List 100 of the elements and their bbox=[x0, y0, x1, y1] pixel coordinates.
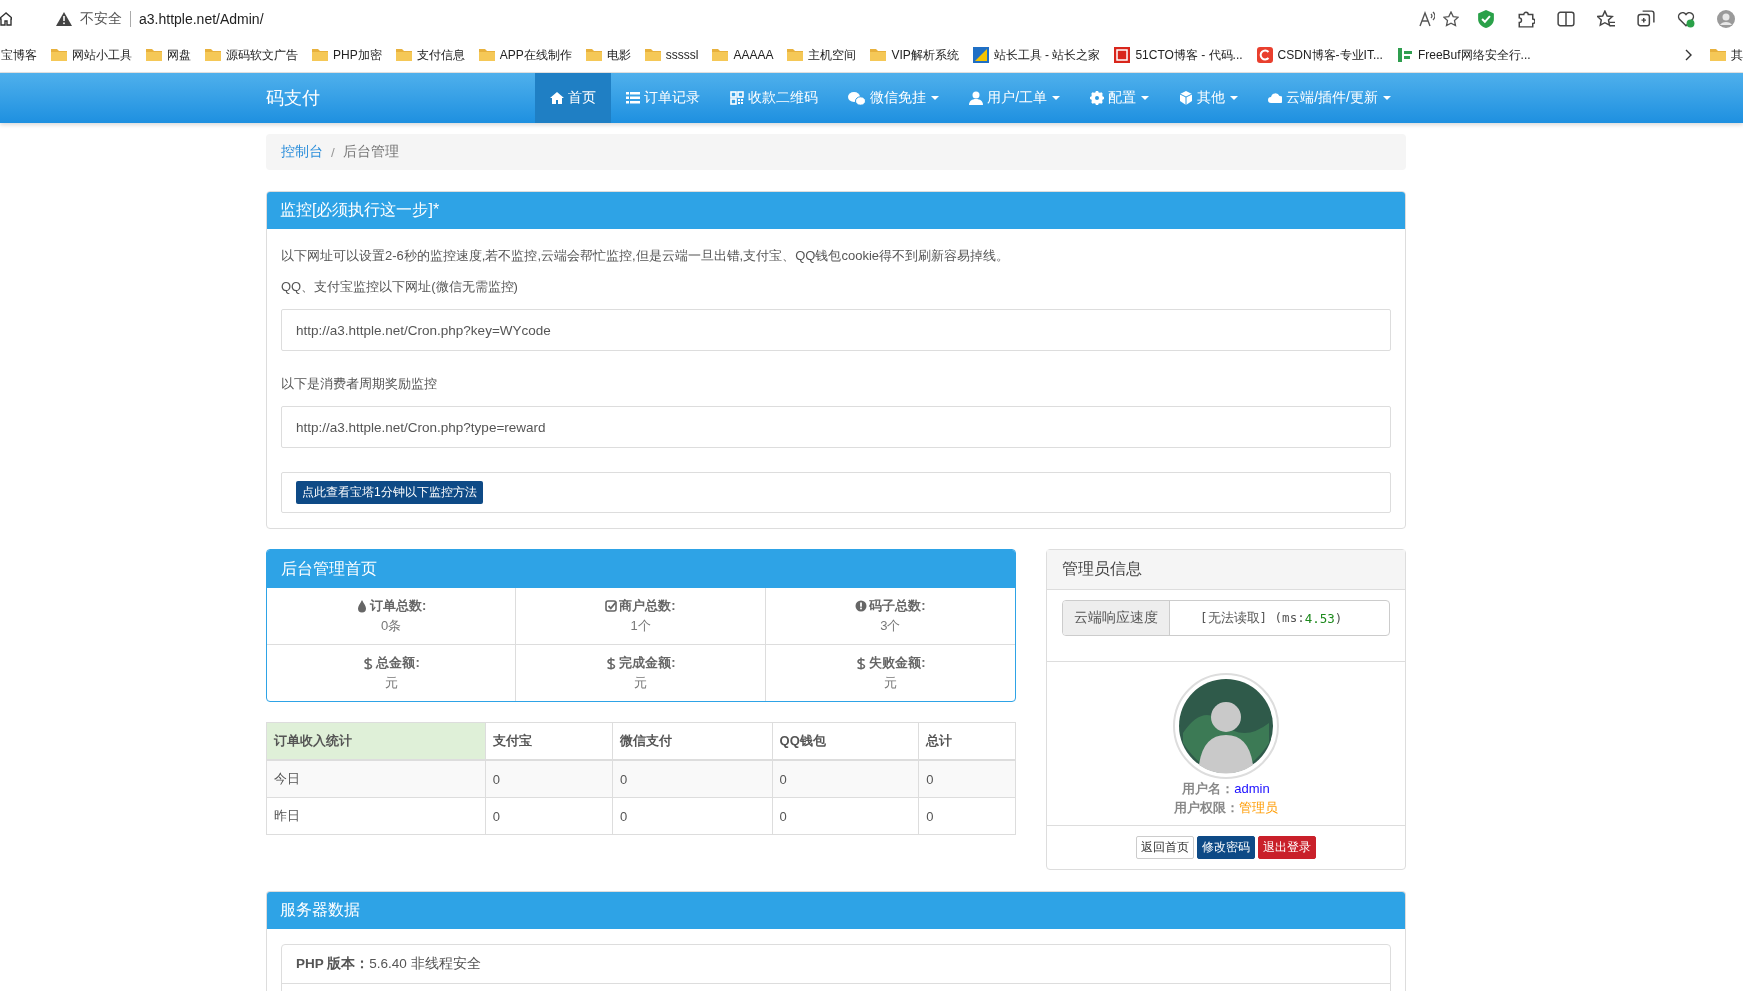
bookmark[interactable]: sssssl bbox=[665, 48, 699, 62]
folder-icon bbox=[712, 47, 729, 63]
bookmark[interactable]: FreeBuf网络安全行... bbox=[1417, 46, 1531, 64]
home-icon[interactable] bbox=[0, 12, 12, 26]
collections-icon[interactable] bbox=[1637, 10, 1655, 28]
puzzle-icon[interactable] bbox=[1517, 10, 1535, 28]
c-shape-icon bbox=[1256, 47, 1273, 63]
bookmark[interactable]: 51CTO博客 - 代码... bbox=[1135, 46, 1243, 64]
bookmark[interactable]: 网盘 bbox=[167, 46, 191, 64]
folder-icon bbox=[205, 47, 221, 63]
stat-label: 码子总数: bbox=[869, 597, 926, 615]
bookmark[interactable]: PHP加密 bbox=[333, 46, 382, 64]
help-button[interactable]: 点此查看宝塔1分钟以下监控方法 bbox=[296, 481, 483, 504]
address-field[interactable]: a3.httple.net/Admin/ bbox=[139, 11, 264, 27]
chevron-right-icon[interactable] bbox=[1685, 49, 1693, 61]
list-icon bbox=[626, 91, 641, 105]
shield-icon[interactable] bbox=[1477, 10, 1495, 28]
read-aloud-icon[interactable] bbox=[1419, 11, 1435, 27]
table-cell: 0 bbox=[772, 760, 919, 798]
gear-icon bbox=[1090, 91, 1105, 105]
folder-icon bbox=[51, 47, 67, 63]
stat-value: 3个 bbox=[880, 617, 901, 635]
speed-label: 云端响应速度 bbox=[1063, 601, 1170, 635]
cloud-icon bbox=[1268, 91, 1283, 105]
field-label: 以下是消费者周期奖励监控 bbox=[281, 375, 438, 393]
avatar-icon bbox=[1173, 673, 1279, 779]
security-warning[interactable]: 不安全 bbox=[80, 10, 122, 28]
table-cell: 0 bbox=[612, 797, 773, 835]
bookmark[interactable]: 源码软文广告 bbox=[226, 46, 298, 64]
stat-value: 元 bbox=[384, 674, 398, 692]
favorites-icon[interactable] bbox=[1597, 10, 1615, 28]
home-button[interactable]: 返回首页 bbox=[1136, 836, 1194, 859]
role: 管理员 bbox=[1239, 799, 1278, 817]
stat-label: 总金额: bbox=[376, 654, 420, 672]
bookmark[interactable]: AAAAA bbox=[733, 48, 774, 62]
bookmark[interactable]: 支付信息 bbox=[416, 46, 465, 64]
dollar-icon bbox=[605, 656, 618, 670]
breadcrumb-separator: / bbox=[330, 144, 336, 160]
drop-icon bbox=[356, 599, 368, 613]
home-icon bbox=[550, 91, 565, 105]
chat-bubbles-icon bbox=[848, 91, 867, 105]
split-screen-icon[interactable] bbox=[1557, 10, 1575, 28]
bookmark[interactable]: 电影 bbox=[606, 46, 631, 64]
stat-value: 0条 bbox=[381, 617, 402, 635]
column-header: 订单收入统计 bbox=[266, 722, 486, 760]
folder-icon bbox=[787, 47, 804, 63]
folder-icon bbox=[644, 47, 661, 63]
folder-icon bbox=[478, 47, 495, 63]
table-cell: 0 bbox=[612, 760, 773, 798]
table-cell: 今日 bbox=[266, 760, 486, 798]
stat-label: 订单总数: bbox=[370, 597, 427, 615]
cube-icon bbox=[1179, 91, 1194, 105]
bookmark[interactable]: VIP解析系统 bbox=[891, 46, 959, 64]
warning-icon bbox=[56, 12, 72, 26]
profile-icon[interactable] bbox=[1717, 10, 1735, 28]
panel-title: 管理员信息 bbox=[1047, 550, 1405, 590]
stat-value: 元 bbox=[883, 674, 897, 692]
bars-icon bbox=[1396, 47, 1413, 63]
panel-title: 后台管理首页 bbox=[267, 550, 1015, 588]
panel-title: 服务器数据 bbox=[267, 892, 1405, 929]
dollar-icon bbox=[362, 656, 375, 670]
url-field[interactable]: http://a3.httple.net/Cron.php?key=WYcode bbox=[281, 309, 1391, 351]
stat-value: 1个 bbox=[630, 617, 651, 635]
bookmark[interactable]: 宝博客 bbox=[1, 46, 37, 64]
exclamation-icon bbox=[855, 599, 868, 613]
stat-label: 失败金额: bbox=[869, 654, 926, 672]
bookmark[interactable]: 主机空间 bbox=[808, 46, 857, 64]
url-field[interactable]: http://a3.httple.net/Cron.php?type=reward bbox=[281, 406, 1391, 448]
stat-value: 元 bbox=[634, 674, 647, 692]
table-cell: 0 bbox=[485, 797, 613, 835]
table-cell: 0 bbox=[772, 797, 919, 835]
table-cell: 0 bbox=[918, 760, 1016, 798]
heart-pulse-icon[interactable] bbox=[1677, 10, 1695, 28]
server-info: PHP 版本：5.6.40 非线程安全 bbox=[282, 945, 1390, 984]
bookmark[interactable]: 站长工具 - 站长之家 bbox=[993, 46, 1101, 64]
notice-text: 以下网址可以设置2-6秒的监控速度,若不监控,云端会帮忙监控,但是云端一旦出错,支付宝、QQ钱包cookie得不到刷新容易掉线。 bbox=[281, 247, 1011, 265]
table-cell: 0 bbox=[485, 760, 613, 798]
role-label: 用户权限： bbox=[1174, 799, 1239, 817]
bookmark[interactable]: CSDN博客-专业IT... bbox=[1277, 46, 1383, 64]
change-password-button[interactable]: 修改密码 bbox=[1197, 836, 1255, 859]
checkbox-icon bbox=[605, 599, 618, 613]
table-cell: 昨日 bbox=[266, 797, 486, 835]
folder-icon bbox=[395, 47, 412, 63]
stat-label: 完成金额: bbox=[619, 654, 676, 672]
dollar-icon bbox=[855, 656, 868, 670]
qr-code-icon bbox=[730, 91, 745, 105]
folder-icon bbox=[585, 47, 602, 63]
breadcrumb-current: 后台管理 bbox=[342, 143, 399, 161]
folder-icon bbox=[146, 47, 162, 63]
table-cell: 0 bbox=[918, 797, 1016, 835]
folder-icon bbox=[1710, 47, 1726, 63]
chart-icon bbox=[972, 47, 989, 63]
bookmark[interactable]: APP在线制作 bbox=[499, 46, 572, 64]
logout-button[interactable]: 退出登录 bbox=[1258, 836, 1316, 859]
nav-item[interactable]: 首页 bbox=[535, 73, 612, 123]
bookmark[interactable]: 网站小工具 bbox=[72, 46, 132, 64]
bookmark[interactable]: 其 bbox=[1731, 46, 1743, 64]
star-icon[interactable] bbox=[1443, 11, 1459, 27]
username: admin bbox=[1234, 780, 1270, 798]
user-icon bbox=[969, 91, 984, 105]
